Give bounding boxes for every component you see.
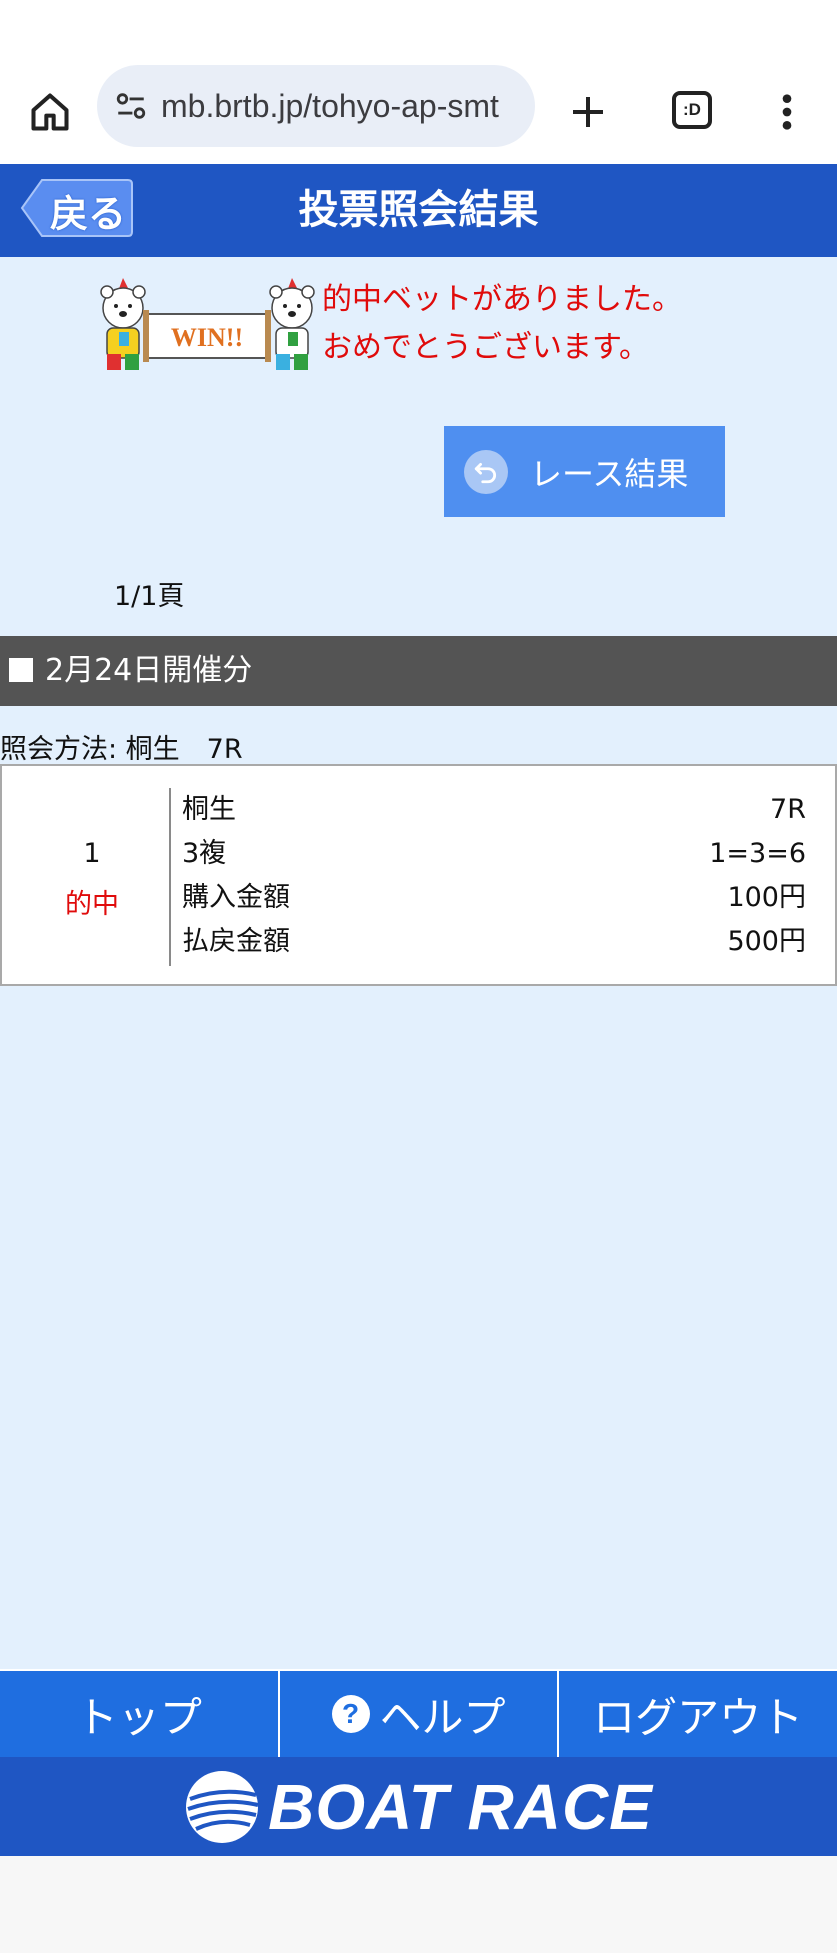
url-text[interactable]: mb.brtb.jp/tohyo-ap-smt xyxy=(161,88,521,125)
result-row-purchase: 購入金額 100円 xyxy=(182,876,806,920)
boat-race-logo: BOAT RACE xyxy=(184,1769,653,1845)
date-section-header: 2月24日開催分 xyxy=(0,636,837,706)
tab-switcher-button[interactable]: :D xyxy=(664,82,720,138)
row-value: 100円 xyxy=(727,882,806,913)
page-count: 1/1頁 xyxy=(114,581,185,612)
win-message-line2: おめでとうございます。 xyxy=(322,330,649,365)
bottom-blank-area xyxy=(0,1856,837,1953)
result-index-cell: 1 的中 xyxy=(2,766,170,988)
race-result-label: レース結果 xyxy=(530,454,689,493)
card-divider xyxy=(169,788,171,966)
nav-logout-label: ログアウト xyxy=(593,1692,804,1742)
query-method: 照会方法: 桐生 7R xyxy=(0,734,243,765)
undo-arrow-icon xyxy=(464,449,508,494)
nav-help-label: ヘルプ xyxy=(379,1692,506,1742)
address-bar[interactable]: mb.brtb.jp/tohyo-ap-smt xyxy=(97,65,535,147)
site-settings-icon[interactable] xyxy=(111,86,151,126)
home-icon[interactable] xyxy=(22,84,78,140)
row-key: 3複 xyxy=(182,838,227,869)
result-row-payout: 払戻金額 500円 xyxy=(182,920,806,964)
date-label: 2月24日開催分 xyxy=(45,653,253,688)
result-row-bet-type: 3複 1=3=6 xyxy=(182,832,806,876)
square-bullet-icon xyxy=(9,658,33,682)
nav-logout-button[interactable]: ログアウト xyxy=(559,1671,837,1757)
row-key: 桐生 xyxy=(182,794,236,825)
win-mascot-image: WIN!! xyxy=(95,276,320,374)
row-value: 1=3=6 xyxy=(709,838,806,869)
tab-count: :D xyxy=(672,91,712,129)
page-background xyxy=(0,164,837,1856)
boat-race-emblem-icon xyxy=(186,1770,259,1843)
row-key: 払戻金額 xyxy=(182,926,290,957)
footer: BOAT RACE xyxy=(0,1757,837,1856)
nav-top-label: トップ xyxy=(75,1692,202,1742)
help-icon: ? xyxy=(331,1695,370,1733)
nav-help-button[interactable]: ? ヘルプ xyxy=(280,1671,560,1757)
more-options-icon[interactable] xyxy=(762,84,812,140)
row-value: 500円 xyxy=(727,926,806,957)
result-row-venue: 桐生 7R xyxy=(182,788,806,832)
row-value: 7R xyxy=(770,794,806,825)
result-status: 的中 xyxy=(65,889,119,920)
bottom-navigation: トップ ? ヘルプ ログアウト xyxy=(0,1669,837,1757)
browser-toolbar: mb.brtb.jp/tohyo-ap-smt :D xyxy=(0,60,837,164)
result-number: 1 xyxy=(83,838,101,869)
win-message: 的中ベットがありました。 おめでとうございます。 xyxy=(322,276,682,372)
win-message-line1: 的中ベットがありました。 xyxy=(322,282,682,317)
row-key: 購入金額 xyxy=(182,882,290,913)
title-bar: 投票照会結果 戻る xyxy=(0,164,837,257)
race-result-button[interactable]: レース結果 xyxy=(444,426,725,517)
status-bar-area xyxy=(0,0,837,60)
result-card: 1 的中 桐生 7R 3複 1=3=6 購入金額 100円 払戻金額 500円 xyxy=(0,764,837,986)
back-button[interactable]: 戻る xyxy=(18,177,134,239)
win-image-text: WIN!! xyxy=(171,323,243,352)
new-tab-icon[interactable] xyxy=(560,84,616,140)
nav-top-button[interactable]: トップ xyxy=(0,1671,280,1757)
footer-logo-text: BOAT RACE xyxy=(268,1770,653,1843)
back-label: 戻る xyxy=(50,192,127,236)
